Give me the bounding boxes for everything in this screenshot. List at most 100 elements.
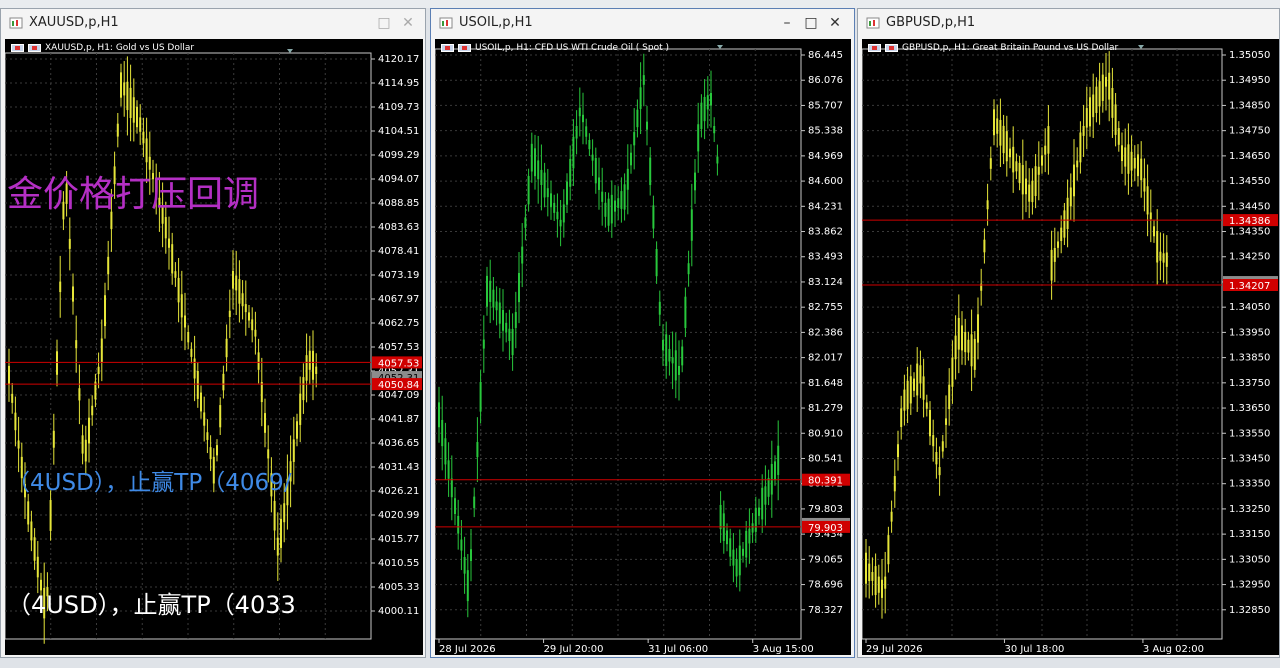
window-titlebar[interactable]: USOIL,p,H1 – □ ✕ xyxy=(431,9,854,37)
candle-body xyxy=(681,346,684,366)
price-label: 4026.21 xyxy=(378,486,419,497)
price-label: 4047.09 xyxy=(378,390,419,401)
candle-body xyxy=(56,351,58,375)
candle-body xyxy=(1060,227,1063,241)
candle-body xyxy=(601,191,604,202)
window-titlebar[interactable]: XAUUSD,p,H1 □ ✕ xyxy=(1,9,425,37)
candle-body xyxy=(1124,147,1127,167)
candle-body xyxy=(142,131,145,144)
candle-body xyxy=(59,281,62,293)
chart-window-usoil[interactable]: USOIL,p,H1 – □ ✕ 86.445 86.076 85.707 85.33… xyxy=(430,8,855,658)
candle-body xyxy=(174,271,177,278)
candle-body xyxy=(123,82,126,96)
candle-body xyxy=(900,408,903,428)
candle-body xyxy=(687,263,690,275)
overlay-text-tp-1: （4USD），止赢TP（4069/ xyxy=(7,470,292,496)
price-label: 1.34850 xyxy=(1229,100,1270,111)
price-chart[interactable]: 4120.17 4114.95 4109.73 4104.51 4099.29 4094.… xyxy=(5,39,423,655)
chart-window-xauusd[interactable]: XAUUSD,p,H1 □ ✕ 4120.17 4114.95 4109.73 410… xyxy=(0,8,426,658)
price-chart[interactable]: 1.35050 1.34950 1.34850 1.34750 1.34650 1.345… xyxy=(862,39,1279,655)
candle-body xyxy=(476,442,479,458)
price-label: 4020.99 xyxy=(378,510,419,521)
price-label: 86.076 xyxy=(808,75,843,86)
candle-body xyxy=(470,549,472,561)
candle-body xyxy=(745,530,748,558)
candle-body xyxy=(139,117,142,132)
candle-body xyxy=(11,393,14,403)
candle-body xyxy=(1089,97,1091,127)
candle-body xyxy=(874,566,877,596)
candle-body xyxy=(546,188,549,198)
candle-body xyxy=(764,486,767,505)
minimize-button[interactable]: – xyxy=(776,12,798,34)
candle-body xyxy=(68,238,71,249)
price-label: 1.32950 xyxy=(1229,580,1270,591)
candle-body xyxy=(697,124,700,152)
candle-body xyxy=(238,279,241,304)
candle-body xyxy=(14,412,17,431)
candle-body xyxy=(671,357,674,364)
close-button[interactable]: ✕ xyxy=(397,12,419,34)
candle-body xyxy=(1114,104,1117,135)
candlestick-chart-svg[interactable]: 1.35050 1.34950 1.34850 1.34750 1.34650 1.345… xyxy=(862,39,1279,655)
price-label: 1.33650 xyxy=(1229,403,1270,414)
candle-body xyxy=(190,348,193,357)
candle-body xyxy=(283,503,286,523)
window-titlebar[interactable]: GBPUSD,p,H1 xyxy=(858,9,1279,37)
candle-body xyxy=(868,563,871,582)
candlestick-chart-svg[interactable]: 86.445 86.076 85.707 85.338 84.969 84.600 84.2… xyxy=(435,39,851,655)
candle-body xyxy=(1153,226,1155,237)
candle-body xyxy=(977,314,979,343)
candle-body xyxy=(562,204,565,223)
candlestick-chart-svg[interactable]: 4120.17 4114.95 4109.73 4104.51 4099.29 4094.… xyxy=(5,39,423,655)
candle-body xyxy=(967,339,970,353)
maximize-button[interactable]: □ xyxy=(800,12,822,34)
price-chart[interactable]: 86.445 86.076 85.707 85.338 84.969 84.600 84.2… xyxy=(435,39,851,655)
candle-body xyxy=(49,500,52,531)
price-label: 1.32850 xyxy=(1229,605,1270,616)
candle-body xyxy=(1140,158,1143,181)
price-tag-label: 4057.53 xyxy=(378,358,419,369)
candle-body xyxy=(302,377,305,401)
candle-body xyxy=(540,169,543,185)
candle-body xyxy=(1044,145,1047,155)
candle-body xyxy=(652,205,655,229)
candle-body xyxy=(1009,148,1011,158)
candle-body xyxy=(257,352,260,370)
price-label: 83.862 xyxy=(808,227,843,238)
chart-type-icon xyxy=(441,44,454,52)
candle-body xyxy=(903,389,906,411)
candle-body xyxy=(1034,166,1037,196)
chart-type-icon xyxy=(11,44,24,52)
price-label: 4062.75 xyxy=(378,318,419,329)
chart-window-gbpusd[interactable]: GBPUSD,p,H1 1.35050 1.34950 1.34850 1.34750… xyxy=(857,8,1280,658)
candle-body xyxy=(938,467,941,476)
candle-body xyxy=(132,97,135,123)
price-label: 4036.65 xyxy=(378,438,419,449)
candle-body xyxy=(498,302,501,324)
candle-body xyxy=(1082,125,1085,136)
candle-body xyxy=(1063,210,1066,238)
close-button[interactable]: ✕ xyxy=(824,12,846,34)
chart-window-icon xyxy=(866,17,880,29)
price-label: 4041.87 xyxy=(378,414,419,425)
candle-body xyxy=(575,125,578,139)
candle-body xyxy=(1143,178,1146,192)
price-label: 1.34550 xyxy=(1229,176,1270,187)
candle-body xyxy=(993,109,995,136)
price-label: 1.33450 xyxy=(1229,453,1270,464)
price-label: 85.338 xyxy=(808,126,843,137)
candle-body xyxy=(726,530,728,545)
candle-body xyxy=(932,435,935,447)
candle-body xyxy=(646,121,648,130)
price-label: 83.493 xyxy=(808,252,843,263)
candle-body xyxy=(668,349,671,362)
candle-body xyxy=(495,301,498,311)
candle-body xyxy=(444,438,447,465)
price-label: 4005.33 xyxy=(378,582,419,593)
candle-body xyxy=(508,328,511,341)
candle-body xyxy=(463,557,466,574)
maximize-button[interactable]: □ xyxy=(373,12,395,34)
candle-body xyxy=(1005,131,1008,162)
candle-body xyxy=(732,549,735,566)
